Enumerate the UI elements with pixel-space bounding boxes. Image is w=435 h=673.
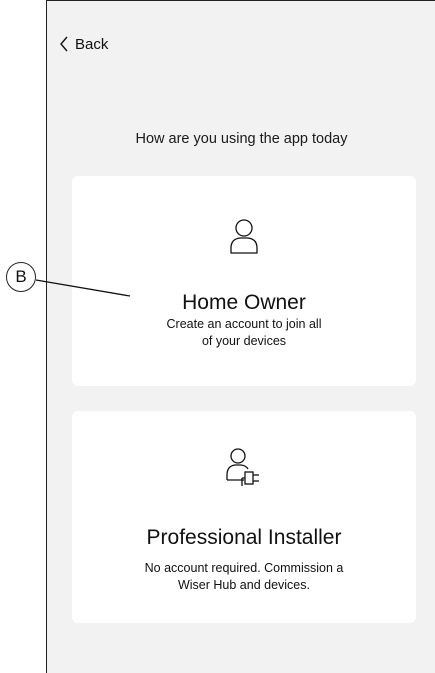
callout-label: B bbox=[15, 267, 27, 286]
back-label: Back bbox=[75, 35, 109, 53]
home-owner-title: Home Owner bbox=[182, 291, 306, 314]
home-owner-description: Create an account to join all of your de… bbox=[144, 316, 344, 350]
home-owner-description-line: of your devices bbox=[201, 334, 287, 348]
professional-installer-description-line: Wiser Hub and devices. bbox=[177, 578, 310, 592]
professional-installer-description-line: No account required. Commission a bbox=[144, 561, 344, 575]
chevron-left-icon bbox=[60, 36, 68, 52]
person-icon bbox=[230, 219, 258, 254]
professional-installer-description: No account required. Commission a Wiser … bbox=[114, 560, 374, 594]
home-owner-card[interactable]: Home Owner Create an account to join all… bbox=[72, 176, 416, 386]
back-button[interactable]: Back bbox=[59, 34, 108, 54]
person-plug-icon bbox=[226, 448, 259, 486]
callout-badge: B bbox=[6, 262, 36, 292]
usage-prompt: How are you using the app today bbox=[135, 131, 348, 147]
professional-installer-card[interactable]: Professional Installer No account requir… bbox=[72, 411, 416, 623]
app-screen: Back How are you using the app today Hom… bbox=[46, 0, 435, 673]
professional-installer-title: Professional Installer bbox=[146, 526, 342, 549]
home-owner-description-line: Create an account to join all bbox=[166, 317, 322, 331]
